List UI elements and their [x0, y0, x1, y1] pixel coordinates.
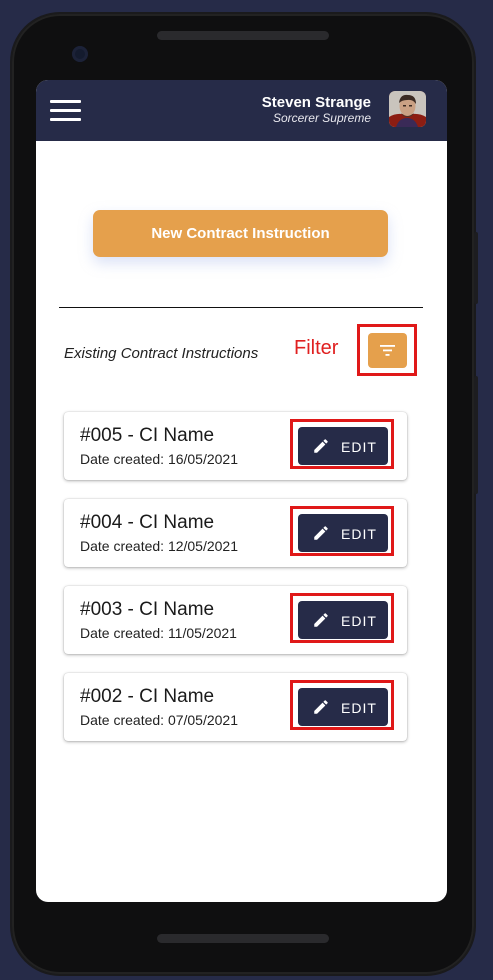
app-screen: Steven Strange Sorcerer Supreme New Cont…	[36, 80, 447, 902]
user-role: Sorcerer Supreme	[272, 111, 371, 125]
filter-button[interactable]	[368, 333, 407, 368]
user-name: Steven Strange	[261, 94, 371, 111]
pencil-icon	[314, 700, 328, 714]
app-header: Steven Strange Sorcerer Supreme	[36, 80, 447, 141]
instruction-date: Date created: 11/05/2021	[80, 625, 237, 641]
instruction-date: Date created: 07/05/2021	[80, 712, 239, 728]
phone-frame: Steven Strange Sorcerer Supreme New Cont…	[12, 14, 478, 974]
hamburger-menu-icon[interactable]	[50, 100, 81, 122]
filter-list-icon	[380, 345, 395, 356]
pencil-icon	[314, 613, 328, 627]
phone-top-speaker	[157, 31, 329, 40]
pencil-icon	[314, 439, 328, 453]
instruction-title: #004 - CI Name	[80, 512, 215, 533]
edit-button-label: EDIT	[341, 700, 377, 716]
instruction-date: Date created: 16/05/2021	[80, 451, 239, 467]
instruction-title: #002 - CI Name	[80, 686, 215, 707]
new-contract-instruction-button[interactable]: New Contract Instruction	[93, 210, 388, 257]
edit-button-label: EDIT	[341, 526, 377, 542]
instruction-card: #003 - CI Name Date created: 11/05/2021 …	[64, 586, 407, 654]
edit-button-label: EDIT	[341, 439, 377, 455]
section-divider	[59, 307, 423, 308]
edit-button-label: EDIT	[341, 613, 377, 629]
edit-button[interactable]: EDIT	[298, 514, 388, 552]
instruction-card: #004 - CI Name Date created: 12/05/2021 …	[64, 499, 407, 567]
instruction-title: #005 - CI Name	[80, 425, 215, 446]
edit-button[interactable]: EDIT	[298, 601, 388, 639]
instruction-date: Date created: 12/05/2021	[80, 538, 239, 554]
phone-camera	[72, 46, 88, 62]
instruction-card: #005 - CI Name Date created: 16/05/2021 …	[64, 412, 407, 480]
pencil-icon	[314, 526, 328, 540]
edit-button[interactable]: EDIT	[298, 688, 388, 726]
phone-bottom-speaker	[157, 934, 329, 943]
phone-power-button	[474, 232, 478, 304]
user-avatar[interactable]	[389, 91, 426, 127]
section-title: Existing Contract Instructions	[64, 345, 259, 362]
edit-button[interactable]: EDIT	[298, 427, 388, 465]
instruction-title: #003 - CI Name	[80, 599, 215, 620]
filter-annotation-label: Filter	[294, 337, 339, 359]
instruction-card: #002 - CI Name Date created: 07/05/2021 …	[64, 673, 407, 741]
phone-volume-button	[474, 376, 478, 494]
